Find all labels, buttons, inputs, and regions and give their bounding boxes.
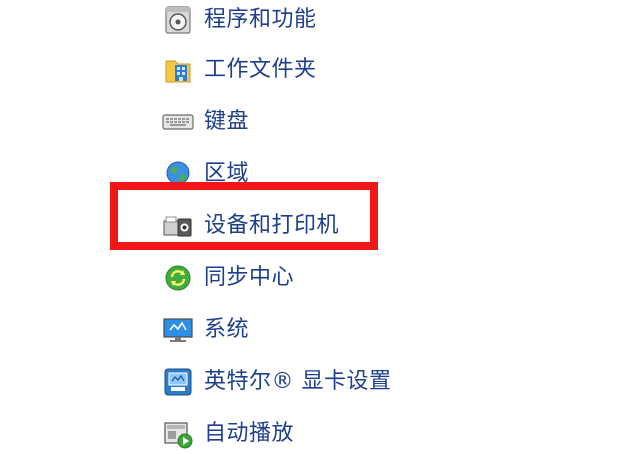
work-folders-icon — [162, 54, 194, 86]
cp-item-devices-printers[interactable]: 设备和打印机 — [162, 206, 339, 246]
cp-item-label: 同步中心 — [204, 265, 295, 290]
cp-item-label: 程序和功能 — [204, 7, 317, 32]
cp-item-label: 工作文件夹 — [204, 57, 317, 82]
cp-item-label: 英特尔® 显卡设置 — [204, 369, 392, 394]
autoplay-icon — [162, 418, 194, 450]
region-globe-icon — [162, 158, 194, 190]
cp-item-autoplay[interactable]: 自动播放 — [162, 414, 294, 454]
system-monitor-icon — [162, 314, 194, 346]
cp-item-region[interactable]: 区域 — [162, 154, 249, 194]
cp-item-work-folders[interactable]: 工作文件夹 — [162, 50, 317, 90]
intel-graphics-icon — [162, 366, 194, 398]
cp-item-label: 自动播放 — [204, 421, 295, 446]
cp-item-label: 系统 — [204, 317, 250, 342]
sync-center-icon — [162, 262, 194, 294]
cp-item-intel-graphics[interactable]: 英特尔® 显卡设置 — [162, 362, 392, 402]
cp-item-system[interactable]: 系统 — [162, 310, 249, 350]
keyboard-icon — [162, 106, 194, 138]
cp-item-label: 设备和打印机 — [204, 213, 340, 238]
cp-item-label: 区域 — [204, 161, 250, 186]
cp-item-programs-features[interactable]: 程序和功能 — [162, 0, 317, 40]
devices-printers-icon — [162, 210, 194, 242]
programs-features-icon — [162, 4, 194, 36]
cp-item-sync-center[interactable]: 同步中心 — [162, 258, 294, 298]
cp-item-keyboard[interactable]: 键盘 — [162, 102, 249, 142]
cp-item-label: 键盘 — [204, 109, 250, 134]
